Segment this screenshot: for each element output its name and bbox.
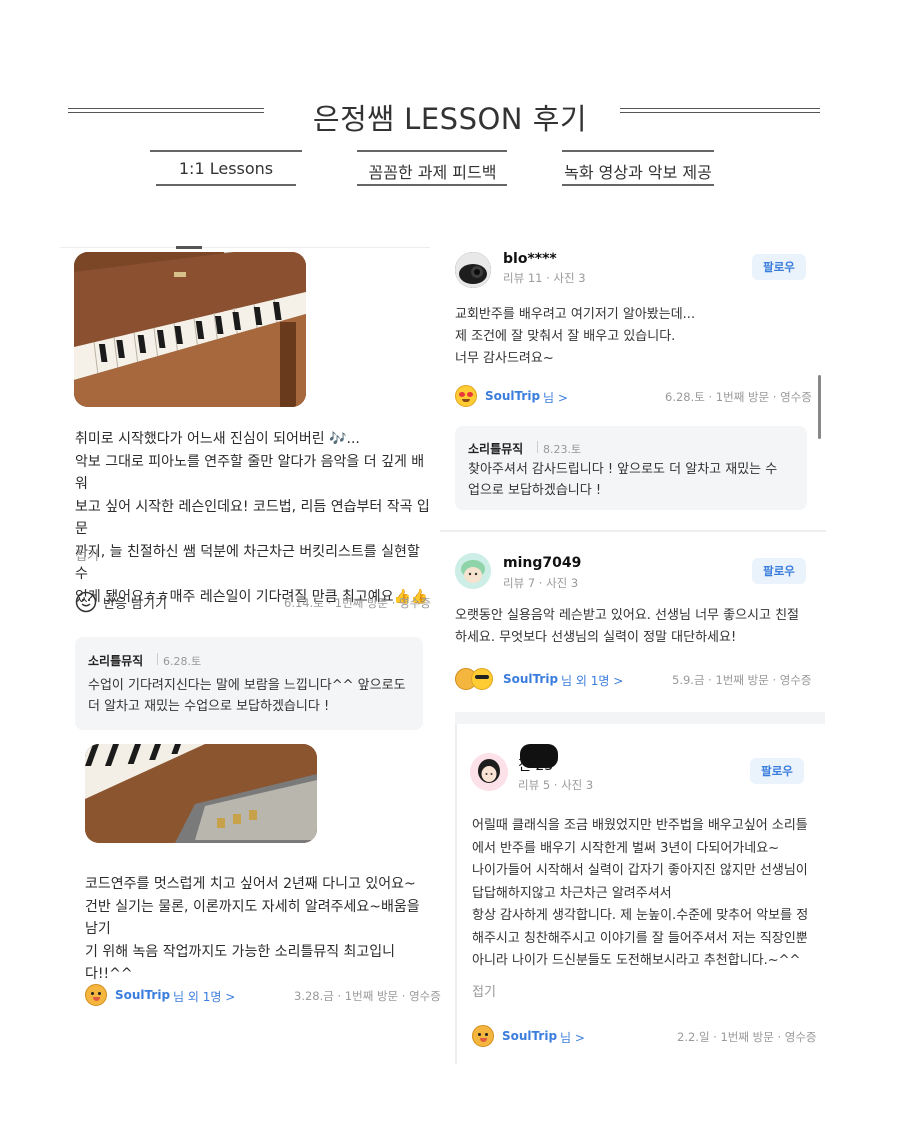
review-text: 취미로 시작했다가 어느새 진심이 되어버린 🎶... 악보 그대로 피아노를 … bbox=[75, 431, 430, 605]
soultrip-name: SoulTrip bbox=[503, 672, 559, 686]
reply-divider bbox=[157, 653, 158, 665]
scrollbar[interactable] bbox=[818, 375, 821, 439]
review-text: 오랫동안 실용음악 레슨받고 있어요. 선생님 너무 좋으시고 친절 하세요. … bbox=[455, 608, 800, 645]
fold-link[interactable]: 접기 bbox=[472, 981, 496, 1000]
tag1-line-top bbox=[150, 150, 302, 152]
reply-owner-name: 소리틀뮤직 bbox=[88, 654, 144, 668]
reply-divider bbox=[537, 441, 538, 453]
soultrip-suffix: 님 > bbox=[543, 391, 568, 405]
tag3-line-bottom bbox=[562, 184, 714, 186]
heart-eyes-emoji-icon bbox=[455, 385, 477, 407]
left-top-divider bbox=[60, 247, 430, 248]
follow-button[interactable]: 팔로우 bbox=[752, 254, 806, 280]
page-title: 은정쌤 LESSON 후기 bbox=[312, 102, 588, 136]
follow-button[interactable]: 팔로우 bbox=[750, 758, 804, 784]
cool-emoji-icon bbox=[471, 668, 493, 690]
tag3-line-top bbox=[562, 150, 714, 152]
avatar[interactable] bbox=[455, 252, 491, 288]
soultrip-reaction[interactable]: SoulTrip 님 외 1명 > bbox=[455, 668, 625, 690]
soultrip-name: SoulTrip bbox=[115, 988, 171, 1002]
review-divider bbox=[440, 530, 826, 532]
bear-emoji-icon bbox=[85, 984, 107, 1006]
tag-1-1-lessons: 1:1 Lessons bbox=[178, 159, 274, 178]
reviewer-name[interactable]: blo**** bbox=[503, 251, 557, 267]
reply-text: 찾아주셔서 감사드립니다 ! 앞으로도 더 알차고 재밌는 수 업으로 보답하겠… bbox=[468, 462, 778, 498]
tag1-line-bottom bbox=[156, 184, 296, 186]
bear-emoji-icon bbox=[472, 1025, 494, 1047]
tag2-line-bottom bbox=[357, 184, 507, 186]
react-label: 반응 남기기 bbox=[103, 597, 167, 612]
reviewer-stats: 리뷰 7 · 사진 3 bbox=[503, 576, 579, 590]
reviewer-stats: 리뷰 5 · 사진 3 bbox=[518, 778, 594, 792]
react-button[interactable]: 반응 남기기 bbox=[75, 590, 185, 614]
review-text-2: 코드연주를 멋스럽게 치고 싶어서 2년째 다니고 있어요~ 건반 실기는 물론… bbox=[85, 876, 420, 982]
soultrip-reaction-2[interactable]: SoulTrip 님 외 1명 > bbox=[85, 984, 245, 1008]
soultrip-reaction[interactable]: SoulTrip 님 > bbox=[455, 385, 575, 407]
reply-date: 8.23.토 bbox=[543, 443, 582, 456]
card-edge bbox=[455, 724, 457, 1064]
soultrip-reaction[interactable]: SoulTrip 님 > bbox=[472, 1025, 592, 1047]
piano-image-2 bbox=[85, 744, 317, 843]
visit-meta: 5.9.금 · 1번째 방문 · 영수증 bbox=[672, 673, 812, 687]
fold-link[interactable]: 접기 bbox=[75, 545, 99, 564]
piano-image bbox=[74, 252, 306, 407]
reviewer-stats: 리뷰 11 · 사진 3 bbox=[503, 271, 586, 285]
reviewer-name[interactable]: 진 23 bbox=[518, 755, 553, 775]
review-text: 교회반주를 배우려고 여기저기 알아봤는데... 제 조건에 잘 맞춰서 잘 배… bbox=[455, 307, 696, 366]
reply-owner-name: 소리틀뮤직 bbox=[468, 442, 524, 456]
review-divider bbox=[455, 712, 825, 724]
follow-button[interactable]: 팔로우 bbox=[752, 558, 806, 584]
soultrip-suffix: 님 > bbox=[560, 1031, 585, 1045]
review-photo-piano[interactable] bbox=[74, 252, 306, 407]
avatar[interactable] bbox=[470, 753, 508, 791]
character-avatar-icon bbox=[455, 553, 491, 589]
visit-meta: 2.2.일 · 1번째 방문 · 영수증 bbox=[677, 1030, 817, 1044]
tag-video-score: 녹화 영상과 악보 제공 bbox=[564, 163, 712, 182]
reply-text: 수업이 기다려지신다는 말에 보람을 느낍니다^^ 앞으로도 더 알차고 재밌는… bbox=[88, 678, 406, 714]
reviewer-name[interactable]: ming7049 bbox=[503, 555, 581, 571]
visit-meta: 6.14.토 · 1번째 방문 · 영수증 bbox=[284, 596, 431, 610]
girl-avatar-icon bbox=[470, 753, 508, 791]
tag2-line-top bbox=[357, 150, 507, 152]
soultrip-name: SoulTrip bbox=[502, 1029, 558, 1043]
review-text: 어릴때 클래식을 조금 배웠었지만 반주법을 배우고싶어 소리틀 에서 반주를 … bbox=[472, 818, 809, 968]
owner-reply: 소리틀뮤직 8.23.토 찾아주셔서 감사드립니다 ! 앞으로도 더 알차고 재… bbox=[455, 426, 807, 510]
soultrip-suffix: 님 외 1명 > bbox=[561, 674, 624, 688]
reply-date: 6.28.토 bbox=[163, 655, 202, 668]
smile-icon bbox=[75, 591, 97, 613]
visit-meta: 6.28.토 · 1번째 방문 · 영수증 bbox=[665, 390, 812, 404]
camera-avatar-icon bbox=[455, 252, 491, 288]
tag-feedback: 꼼꼼한 과제 피드백 bbox=[368, 163, 497, 182]
left-top-indicator bbox=[176, 246, 202, 249]
visit-meta-2: 3.28.금 · 1번째 방문 · 영수증 bbox=[294, 989, 441, 1003]
title-deco-right bbox=[620, 108, 820, 113]
avatar[interactable] bbox=[455, 553, 491, 589]
soultrip-name: SoulTrip bbox=[485, 389, 541, 403]
soultrip-suffix: 님 외 1명 > bbox=[173, 990, 236, 1004]
review-photo-piano-2[interactable] bbox=[85, 744, 317, 843]
owner-reply: 소리틀뮤직 6.28.토 수업이 기다려지신다는 말에 보람을 느낍니다^^ 앞… bbox=[75, 637, 423, 730]
